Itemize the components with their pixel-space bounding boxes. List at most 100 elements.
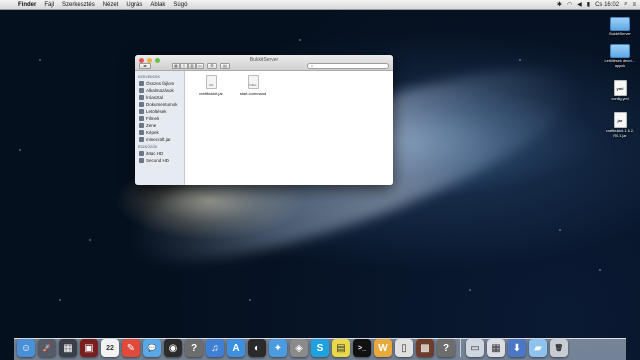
menu-go[interactable]: Ugrás [122,2,146,8]
document-icon[interactable]: ▯ [395,339,413,357]
flag-icon[interactable]: ▮ [587,1,590,8]
sidebar-item-label: Íróasztal [146,95,164,100]
desktop-item-bukkitserver[interactable]: BukkitServer [600,17,640,37]
help-icon[interactable]: ? [185,339,203,357]
list-view-button[interactable]: ≡ [180,62,188,69]
view-switcher: ▦ ≡ ▥ ▭ [172,62,204,69]
search-icon: ⌕ [311,63,314,68]
messages-icon[interactable]: 💬 [143,339,161,357]
applications-icon [139,88,144,93]
sidebar-item-music[interactable]: Zene [135,122,184,129]
search-input[interactable]: ⌕ [307,62,389,69]
arrange-button[interactable]: ▤ [220,62,230,69]
dock-separator [460,339,461,357]
window-titlebar[interactable]: BukkitServer ◂▸ ▦ ≡ ▥ ▭ ⚙ ▤ ⌕ [135,55,393,71]
skype-icon[interactable]: S [311,339,329,357]
calendar-icon[interactable]: 22 [101,339,119,357]
sidebar-item-label: Filmek [146,116,160,121]
safari-icon[interactable]: ✦ [269,339,287,357]
desktop-icon [139,95,144,100]
sidebar-item-label: Zene [146,123,157,128]
documents-icon [139,102,144,107]
terminal-icon[interactable]: >_ [353,339,371,357]
steam-icon[interactable]: ◐ [248,339,266,357]
jar-file-icon: JAR [205,75,217,89]
desktop-item-label: Letöltések dexvi…appok [604,59,636,68]
wifi-icon[interactable]: ◠ [567,1,572,8]
trash-icon[interactable]: 🗑 [550,339,568,357]
finder-icon[interactable]: ☺ [17,339,35,357]
mission-control-icon[interactable]: ▦ [59,339,77,357]
desktop-item-label: config.yml [611,97,629,101]
finder-content: JAR craftbukkit.jar SHELL start.command [185,71,393,185]
clock[interactable]: Cs 16:02 [595,2,619,8]
window-toolbar: ◂▸ ▦ ≡ ▥ ▭ ⚙ ▤ ⌕ [139,62,389,69]
sidebar-item-label: Képek [146,130,159,135]
facetime-icon[interactable]: ◉ [164,339,182,357]
sidebar-item-label: Összes fájlom [146,81,175,86]
sidebar-item-downloads[interactable]: Letöltések [135,108,184,115]
notification-center-icon[interactable]: ≡ [632,2,636,8]
coverflow-view-button[interactable]: ▭ [196,62,204,69]
notes-icon[interactable]: ✎ [122,339,140,357]
sidebar-item-second-hd[interactable]: Second HD [135,157,184,164]
column-view-button[interactable]: ▥ [188,62,196,69]
menu-app-name[interactable]: Finder [14,2,40,8]
file-icon [139,137,144,142]
sidebar-item-desktop[interactable]: Íróasztal [135,94,184,101]
sidebar-item-pictures[interactable]: Képek [135,129,184,136]
menu-edit[interactable]: Szerkesztés [58,2,99,8]
file-item-start-command[interactable]: SHELL start.command [233,75,273,96]
sidebar-item-label: Second HD [146,158,170,163]
itunes-icon[interactable]: ♫ [206,339,224,357]
file-label: start.command [239,91,267,96]
menu-view[interactable]: Nézet [99,2,123,8]
menu-help[interactable]: Súgó [169,2,191,8]
minecraft-icon[interactable]: ▩ [416,339,434,357]
menu-file[interactable]: Fájl [40,2,58,8]
hard-drive-icon [139,158,144,163]
launchpad-icon[interactable]: 🚀 [38,339,56,357]
gdevelop-icon[interactable]: W [374,339,392,357]
finder-window: BukkitServer ◂▸ ▦ ≡ ▥ ▭ ⚙ ▤ ⌕ KEDVENCEK … [135,55,393,185]
sidebar-item-all-my-files[interactable]: Összes fájlom [135,80,184,87]
sidebar-item-imac-hd[interactable]: iMac HD [135,150,184,157]
desktop-item-craftbukkit-jar[interactable]: jar craftbukkit-1.6.2-R0.1.jar [600,112,640,138]
menu-bar: Finder Fájl Szerkesztés Nézet Ugrás Abla… [0,0,640,10]
bluetooth-icon[interactable]: ✱ [557,1,562,8]
movies-icon [139,116,144,121]
file-item-craftbukkit[interactable]: JAR craftbukkit.jar [191,75,231,96]
back-forward-button[interactable]: ◂▸ [139,62,151,69]
volume-icon[interactable]: ◀ [577,1,582,8]
folder-stack-icon[interactable]: ▰ [529,339,547,357]
sidebar-item-minecraft[interactable]: minecraft.jar [135,136,184,143]
file-label: craftbukkit.jar [199,91,223,96]
question-icon[interactable]: ? [437,339,455,357]
sidebar-item-label: Letöltések [146,109,167,114]
window-icon[interactable]: ▭ [466,339,484,357]
icon-view-button[interactable]: ▦ [172,62,180,69]
sidebar-item-applications[interactable]: Alkalmazások [135,87,184,94]
sidebar-item-label: iMac HD [146,151,164,156]
stickies-icon[interactable]: ▤ [332,339,350,357]
yml-file-icon: yml [613,80,627,96]
menu-window[interactable]: Ablak [146,2,169,8]
desktop-item-label: craftbukkit-1.6.2-R0.1.jar [605,129,635,138]
folder-icon [610,44,630,58]
music-icon [139,123,144,128]
sidebar-item-movies[interactable]: Filmek [135,115,184,122]
desktop-item-downloads[interactable]: Letöltések dexvi…appok [600,44,640,68]
desktop-item-config-yml[interactable]: yml config.yml [600,80,640,102]
sidebar-item-documents[interactable]: Dokumentumok [135,101,184,108]
preview-icon[interactable]: ◈ [290,339,308,357]
downloads-stack-icon[interactable]: ⬇ [508,339,526,357]
desktop-item-label: BukkitServer [609,32,631,36]
dock: ☺ 🚀 ▦ ▣ 22 ✎ 💬 ◉? ♫ A ◐ ✦ ◈ S ▤ >_ W ▯ ▩? ▭ ▦ ⬇ ▰ 🗑 [14,338,626,360]
action-gear-button[interactable]: ⚙ [207,62,217,69]
app-store-icon[interactable]: A [227,339,245,357]
sidebar-item-label: minecraft.jar [146,137,171,142]
downloads-icon [139,109,144,114]
photo-booth-icon[interactable]: ▣ [80,339,98,357]
grid-icon[interactable]: ▦ [487,339,505,357]
spotlight-icon[interactable]: ⌕ [624,1,627,8]
